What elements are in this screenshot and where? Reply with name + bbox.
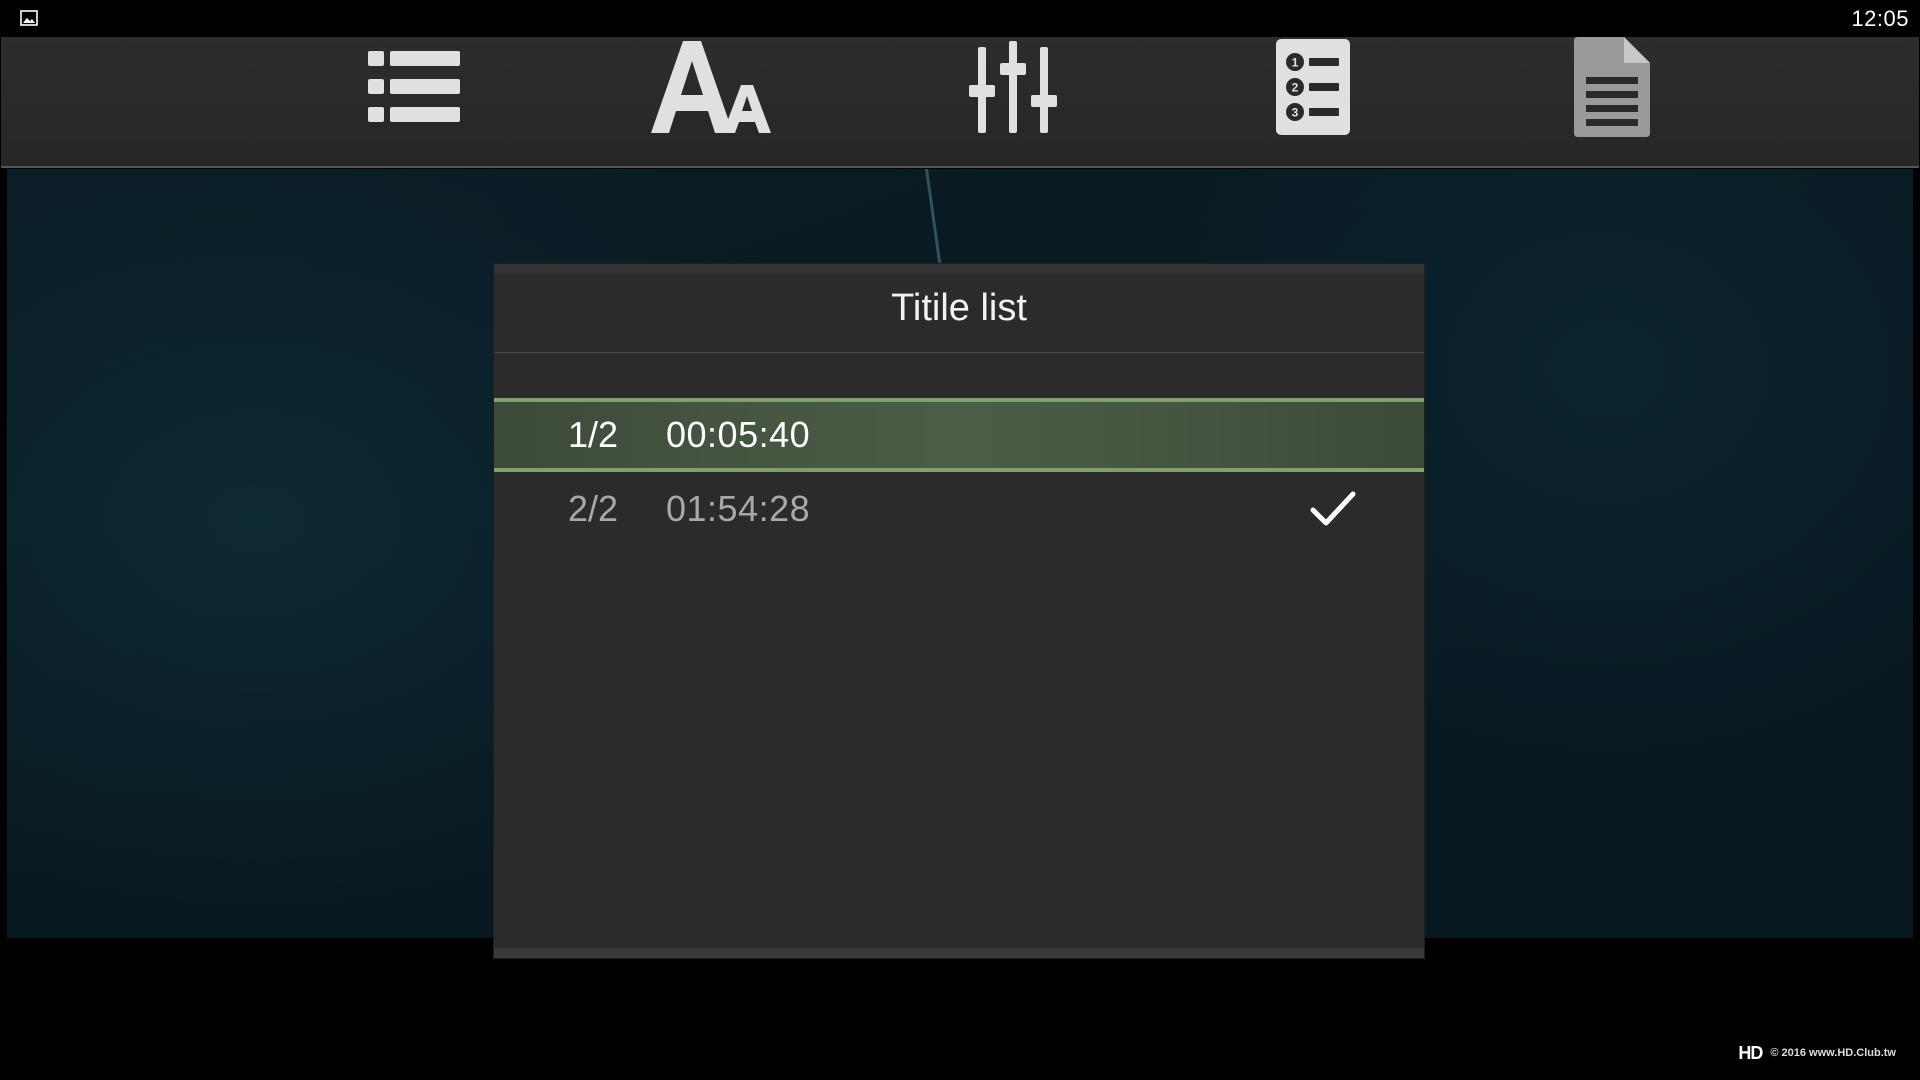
title-list-item[interactable]: 1/2 00:05:40	[494, 398, 1424, 472]
audio-settings-button[interactable]	[948, 37, 1078, 137]
player-toolbar: 1 2 3	[1, 37, 1919, 168]
title-index: 2/2	[568, 488, 619, 529]
svg-text:2: 2	[1292, 81, 1299, 95]
font-size-icon	[651, 41, 771, 133]
dialog-title: Titile list	[494, 264, 1424, 353]
subtitle-font-button[interactable]	[649, 37, 779, 137]
equalizer-icon	[969, 41, 1057, 133]
menu-list-button[interactable]	[349, 37, 479, 137]
check-icon	[1310, 491, 1356, 526]
svg-text:3: 3	[1292, 106, 1299, 120]
image-icon	[20, 10, 38, 26]
title-duration: 00:05:40	[666, 414, 811, 455]
title-list-item[interactable]: 2/2 01:54:28	[494, 472, 1424, 546]
watermark-text: © 2016 www.HD.Club.tw	[1770, 1047, 1896, 1059]
watermark: HD © 2016 www.HD.Club.tw	[1738, 1044, 1896, 1062]
title-list-button[interactable]: 1 2 3	[1248, 37, 1378, 137]
hd-club-logo: HD	[1738, 1043, 1763, 1063]
title-list-dialog: Titile list 1/2 00:05:40 2/2 01:54:28	[494, 264, 1424, 958]
document-icon	[1574, 37, 1650, 137]
title-index: 1/2	[568, 414, 619, 455]
info-button[interactable]	[1547, 37, 1677, 137]
status-bar: 12:05	[0, 0, 1920, 37]
dialog-bottom-border	[494, 948, 1424, 958]
numbered-list-icon: 1 2 3	[1276, 39, 1350, 135]
list-icon	[368, 51, 460, 122]
title-duration: 01:54:28	[666, 488, 811, 529]
svg-text:1: 1	[1292, 56, 1299, 70]
lens-flare	[925, 168, 944, 279]
status-clock: 12:05	[1851, 6, 1909, 31]
